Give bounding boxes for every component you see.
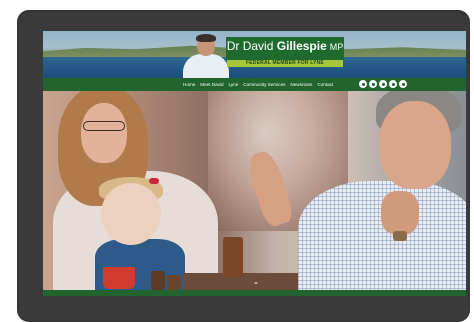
nav-item-community-services[interactable]: Community Services [243, 78, 285, 91]
twitter-icon[interactable] [369, 80, 377, 88]
mp-portrait [183, 34, 229, 78]
website-screen: Dr David Gillespie MP FEDERAL MEMBER FOR … [43, 31, 466, 296]
pot-left [151, 271, 165, 290]
nav-item-contact[interactable]: Contact [317, 78, 333, 91]
scroll-down-icon[interactable]: ⌄ [251, 278, 261, 286]
hero-photo [43, 91, 466, 290]
youtube-icon[interactable] [379, 80, 387, 88]
red-cup [103, 267, 135, 289]
title-suffix: MP [329, 42, 344, 52]
pot-right [167, 275, 181, 290]
main-nav: Home Meet David Lyne Community Services … [43, 78, 466, 91]
header-banner: Dr David Gillespie MP FEDERAL MEMBER FOR … [43, 31, 466, 78]
mp-hair [196, 34, 216, 42]
nav-item-home[interactable]: Home [183, 78, 195, 91]
man-check-shirt [298, 181, 466, 290]
man-hand [381, 191, 419, 235]
title-last: Gillespie [276, 39, 327, 53]
footer-strip [43, 290, 466, 296]
woman-face [81, 103, 127, 163]
woman-glasses [83, 121, 125, 131]
site-subtitle: FEDERAL MEMBER FOR LYNE [227, 60, 343, 67]
wrist-watch [393, 231, 407, 241]
nav-links: Home Meet David Lyne Community Services … [183, 78, 333, 91]
title-first: Dr David [226, 39, 274, 53]
child-face [101, 183, 161, 245]
facebook-icon[interactable] [359, 80, 367, 88]
nav-item-lyne[interactable]: Lyne [229, 78, 239, 91]
nav-item-newsroom[interactable]: Newsroom [290, 78, 312, 91]
child-hair-bow [149, 178, 159, 184]
site-title[interactable]: Dr David Gillespie MP [226, 38, 344, 55]
social-links [359, 80, 407, 88]
email-icon[interactable] [399, 80, 407, 88]
nav-item-meet-david[interactable]: Meet David [200, 78, 223, 91]
sauce-jar [223, 237, 243, 277]
man-face [379, 101, 451, 189]
instagram-icon[interactable] [389, 80, 397, 88]
mp-shirt [183, 54, 229, 78]
